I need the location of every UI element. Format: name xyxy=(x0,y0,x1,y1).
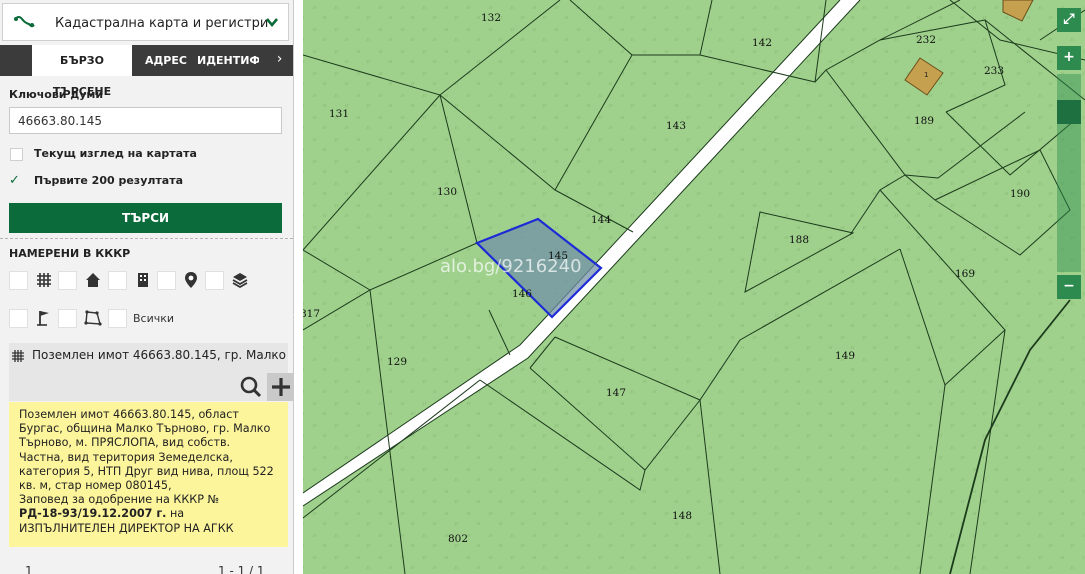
layer-selector[interactable]: Кадастрална карта и регистри xyxy=(2,3,289,41)
parcel-label: 145 xyxy=(548,250,568,262)
tab-identifier[interactable]: ИДЕНТИФИ xyxy=(197,45,259,76)
filter-checkbox-all[interactable] xyxy=(108,309,127,328)
filter-checkbox-3[interactable] xyxy=(108,271,127,290)
grid-icon xyxy=(12,350,24,362)
parcel-label: 233 xyxy=(984,65,1004,77)
result-title: Поземлен имот 46663.80.145, гр. Малко Тъ… xyxy=(32,348,288,362)
add-result-button[interactable] xyxy=(267,373,293,401)
parcel-label: 132 xyxy=(481,12,501,24)
all-label: Всички xyxy=(133,312,175,325)
parcel-label: 130 xyxy=(437,186,457,198)
location-pin-icon[interactable] xyxy=(182,271,200,289)
found-label: НАМЕРЕНИ В КККР xyxy=(9,247,131,260)
parcel-label: 188 xyxy=(789,234,809,246)
chevron-down-icon[interactable] xyxy=(265,16,279,28)
keywords-input[interactable] xyxy=(9,107,282,134)
filter-checkbox-5[interactable] xyxy=(205,271,224,290)
parcel-label: 148 xyxy=(672,510,692,522)
parcel-label: 131 xyxy=(329,108,349,120)
page-range: 1 - 1 / 1 xyxy=(218,564,265,574)
parcel-order-number: РД-18-93/19.12.2007 г. xyxy=(19,507,167,521)
parcel-label: 129 xyxy=(387,356,407,368)
filter-checkbox-6[interactable] xyxy=(9,309,28,328)
search-tabs: БЪРЗО ТЪРСЕНЕ АДРЕС ИДЕНТИФИ › xyxy=(0,45,293,98)
parcel-label: 149 xyxy=(835,350,855,362)
filter-checkbox-1[interactable] xyxy=(9,271,28,290)
search-result-item[interactable]: Поземлен имот 46663.80.145, гр. Малко Тъ… xyxy=(9,343,293,401)
parcel-label: 144 xyxy=(591,214,611,226)
building-icon[interactable] xyxy=(134,271,152,289)
parcel-label: 142 xyxy=(752,37,772,49)
divider xyxy=(0,238,293,239)
zoom-out-button[interactable]: − xyxy=(1057,275,1081,299)
zoom-in-button[interactable]: + xyxy=(1057,46,1081,70)
parcel-label: 190 xyxy=(1010,188,1030,200)
current-view-checkbox[interactable] xyxy=(10,148,23,161)
left-panel: Кадастрална карта и регистри БЪРЗО ТЪРСЕ… xyxy=(0,0,294,574)
parcel-label: 189 xyxy=(914,115,934,127)
page-number[interactable]: 1 xyxy=(25,564,33,574)
parcel-label: 143 xyxy=(666,120,686,132)
parcel-label: 802 xyxy=(448,533,468,545)
parcel-info-box: Поземлен имот 46663.80.145, област Бурга… xyxy=(9,402,288,547)
search-icon xyxy=(240,376,262,398)
parcel-order-text: Заповед за одобрение на КККР № xyxy=(19,493,220,507)
layers-icon[interactable] xyxy=(231,271,249,289)
map-canvas[interactable]: 1 alo.bg/9216240 132 142 232 233 131 143… xyxy=(303,0,1085,574)
filter-checkbox-4[interactable] xyxy=(157,271,176,290)
building-label: 1 xyxy=(924,71,928,79)
search-button[interactable]: ТЪРСИ xyxy=(9,203,282,233)
fullscreen-button[interactable]: ⤢ xyxy=(1057,8,1081,32)
parcel-label: 147 xyxy=(606,387,626,399)
current-view-label: Текущ изглед на картата xyxy=(34,147,197,160)
parcel-info-text: Поземлен имот 46663.80.145, област Бурга… xyxy=(19,408,274,493)
first-200-checkbox[interactable]: ✓ xyxy=(9,173,25,189)
route-icon xyxy=(14,16,35,28)
first-200-label: Първите 200 резултата xyxy=(34,174,184,187)
polygon-icon[interactable] xyxy=(84,309,102,327)
tabs-next-arrow[interactable]: › xyxy=(266,45,293,76)
parcel-label: 817 xyxy=(303,308,320,320)
layer-title: Кадастрална карта и регистри xyxy=(55,16,269,31)
home-icon[interactable] xyxy=(84,271,102,289)
parcel-label: 146 xyxy=(512,288,532,300)
parcel-label: 169 xyxy=(955,268,975,280)
tab-quick-search[interactable]: БЪРЗО ТЪРСЕНЕ xyxy=(32,45,132,98)
keywords-label: Ключови думи xyxy=(9,88,104,101)
plus-icon xyxy=(272,378,290,396)
filter-checkbox-2[interactable] xyxy=(58,271,77,290)
cadastral-map[interactable]: 1 alo.bg/9216240 132 142 232 233 131 143… xyxy=(303,0,1085,574)
tab-address[interactable]: АДРЕС xyxy=(145,45,187,76)
collapse-panel-arrow[interactable]: ◀ xyxy=(293,306,300,324)
flag-icon[interactable] xyxy=(35,309,53,327)
zoom-to-result-button[interactable] xyxy=(237,373,265,401)
zoom-slider-handle[interactable] xyxy=(1057,100,1081,124)
grid-icon[interactable] xyxy=(35,271,53,289)
filter-checkbox-7[interactable] xyxy=(58,309,77,328)
parcel-label: 232 xyxy=(916,34,936,46)
